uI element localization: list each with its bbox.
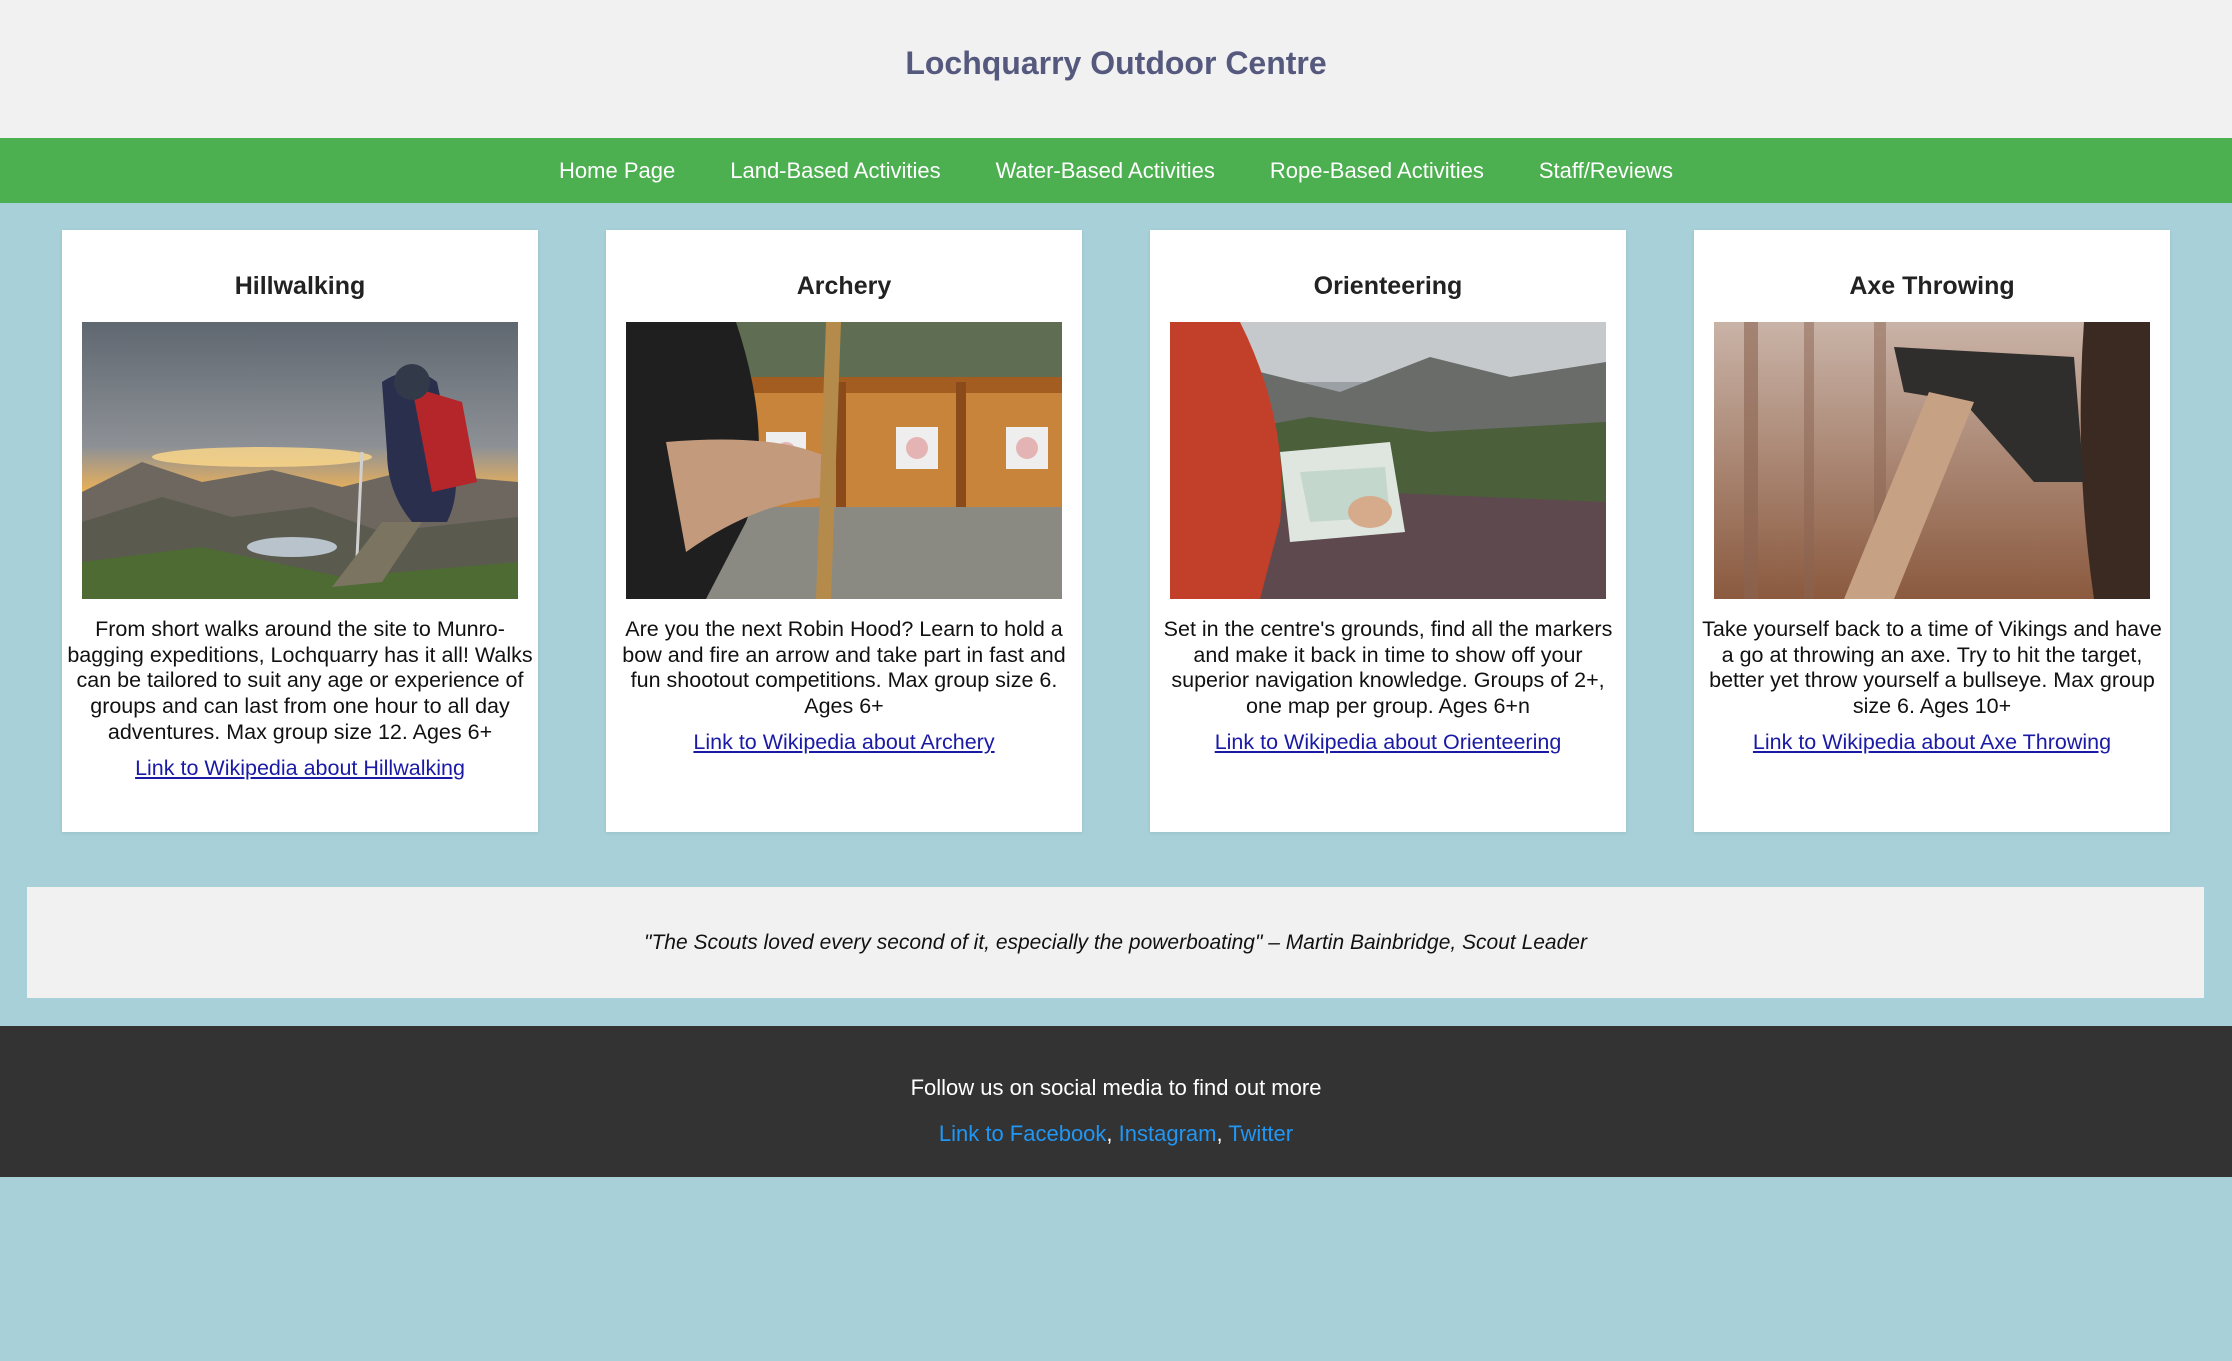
card-description: From short walks around the site to Munr… <box>67 617 533 744</box>
facebook-link[interactable]: Link to Facebook <box>939 1121 1107 1146</box>
site-header: Lochquarry Outdoor Centre <box>0 0 2232 138</box>
card-axe-throwing: Axe Throwing Take yourself back to a tim… <box>1694 230 2170 832</box>
archery-photo <box>626 322 1062 599</box>
activity-cards: Hillwalking From short walks around the … <box>0 203 2232 887</box>
card-title: Orienteering <box>1313 272 1463 300</box>
wikipedia-link-orienteering[interactable]: Link to Wikipedia about Orienteering <box>1215 730 1562 755</box>
social-separator: , <box>1106 1121 1119 1146</box>
nav-staff-reviews[interactable]: Staff/Reviews <box>1539 158 1673 184</box>
social-separator: , <box>1216 1121 1229 1146</box>
wikipedia-link-archery[interactable]: Link to Wikipedia about Archery <box>693 730 994 755</box>
card-hillwalking: Hillwalking From short walks around the … <box>62 230 538 832</box>
testimonial-quote: "The Scouts loved every second of it, es… <box>644 930 1587 954</box>
instagram-link[interactable]: Instagram <box>1119 1121 1217 1146</box>
card-title: Hillwalking <box>234 272 366 300</box>
nav-rope-based[interactable]: Rope-Based Activities <box>1270 158 1484 184</box>
card-description: Set in the centre's grounds, find all th… <box>1163 617 1613 719</box>
wikipedia-link-hillwalking[interactable]: Link to Wikipedia about Hillwalking <box>135 756 465 781</box>
twitter-link[interactable]: Twitter <box>1228 1121 1293 1146</box>
wikipedia-link-axe-throwing[interactable]: Link to Wikipedia about Axe Throwing <box>1753 730 2111 755</box>
axe-throwing-photo <box>1714 322 2150 599</box>
hillwalking-photo <box>82 322 518 599</box>
card-title: Axe Throwing <box>1849 272 2015 300</box>
main-nav: Home Page Land-Based Activities Water-Ba… <box>0 138 2232 203</box>
card-title: Archery <box>796 272 892 300</box>
follow-text: Follow us on social media to find out mo… <box>910 1075 1322 1100</box>
card-archery: Archery Are you the next Robin Hood? Lea… <box>606 230 1082 832</box>
nav-land-based[interactable]: Land-Based Activities <box>730 158 940 184</box>
nav-water-based[interactable]: Water-Based Activities <box>996 158 1215 184</box>
social-links: Link to Facebook, Instagram, Twitter <box>0 1121 2232 1147</box>
nav-home[interactable]: Home Page <box>559 158 675 184</box>
site-footer: Follow us on social media to find out mo… <box>0 1026 2232 1177</box>
card-description: Take yourself back to a time of Vikings … <box>1702 617 2162 719</box>
site-title: Lochquarry Outdoor Centre <box>905 44 1327 81</box>
card-description: Are you the next Robin Hood? Learn to ho… <box>622 617 1066 719</box>
testimonial-box: "The Scouts loved every second of it, es… <box>27 887 2204 998</box>
card-orienteering: Orienteering Set in the centre's grounds… <box>1150 230 1626 832</box>
orienteering-photo <box>1170 322 1606 599</box>
